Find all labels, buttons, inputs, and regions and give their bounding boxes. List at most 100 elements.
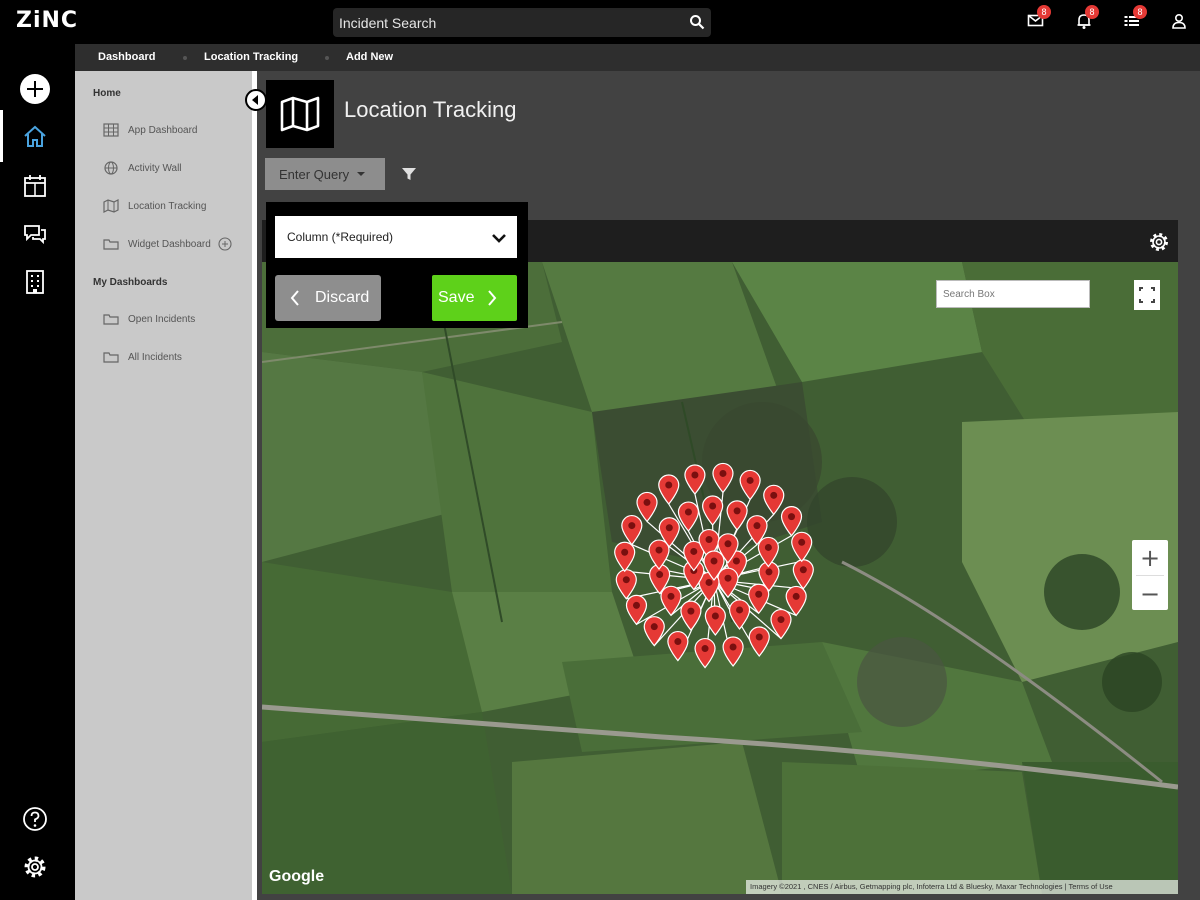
folder-icon <box>103 352 119 363</box>
page-title: Location Tracking <box>344 97 517 122</box>
discard-label: Discard <box>315 289 370 306</box>
map-marker-icon[interactable] <box>621 514 643 546</box>
sidebar-section-my-dashboards: My Dashboards <box>93 277 168 288</box>
map-attribution[interactable]: Imagery ©2021 , CNES / Airbus, Getmappin… <box>746 880 1178 894</box>
mail-badge: 8 <box>1037 5 1051 19</box>
active-indicator <box>0 110 3 162</box>
sidebar-section-home: Home <box>93 88 121 99</box>
incident-search-input[interactable] <box>333 8 673 37</box>
sidebar-item-open-incidents[interactable]: Open Incidents <box>103 309 195 329</box>
notifications-badge: 8 <box>1085 5 1099 19</box>
map-marker-icon[interactable] <box>615 569 637 600</box>
settings-gear-icon[interactable] <box>22 854 48 880</box>
column-select-value: Column (*Required) <box>287 230 394 244</box>
save-button[interactable]: Save <box>432 275 517 321</box>
tasks-button[interactable]: 8 <box>1123 5 1147 30</box>
map-search-input[interactable] <box>937 281 1089 307</box>
map-marker-icon[interactable] <box>726 500 748 531</box>
main-content: Location Tracking Enter Query Search Box… <box>257 71 1200 900</box>
discard-button[interactable]: Discard <box>275 275 381 321</box>
map-marker-icon[interactable] <box>667 630 689 662</box>
map-marker-icon[interactable] <box>677 501 700 532</box>
mail-button[interactable]: 8 <box>1027 5 1051 30</box>
chevron-left-icon <box>290 290 299 306</box>
user-icon <box>1172 13 1186 29</box>
map-marker-icon[interactable] <box>680 600 702 632</box>
chevron-left-icon <box>252 95 258 105</box>
chevron-down-icon <box>492 234 506 243</box>
chat-icon[interactable] <box>22 221 48 247</box>
nav-rail <box>0 44 75 900</box>
marker-cluster <box>614 462 814 669</box>
add-circle-icon[interactable] <box>218 237 232 251</box>
map-marker-icon[interactable] <box>722 636 744 667</box>
sidebar-item-app-dashboard[interactable]: App Dashboard <box>103 120 198 140</box>
folder-icon <box>103 314 119 325</box>
sidebar-item-label: Location Tracking <box>128 200 207 212</box>
zoom-out-button[interactable]: − <box>1132 576 1168 611</box>
sidebar-item-location-tracking[interactable]: Location Tracking <box>103 196 206 216</box>
sidebar-item-label: Activity Wall <box>128 162 182 174</box>
map-marker-icon[interactable] <box>658 474 680 505</box>
help-icon[interactable] <box>22 806 48 832</box>
gear-icon[interactable] <box>1148 231 1170 253</box>
map-marker-icon[interactable] <box>757 536 779 568</box>
map-marker-icon[interactable] <box>748 583 770 615</box>
breadcrumb-location-tracking[interactable]: Location Tracking <box>204 51 298 63</box>
zoom-in-button[interactable]: + <box>1132 540 1168 575</box>
enter-query-dropdown[interactable]: Enter Query <box>265 158 385 190</box>
calendar-icon[interactable] <box>22 173 48 199</box>
map-marker-icon[interactable] <box>785 585 807 617</box>
add-icon[interactable] <box>19 73 51 105</box>
filter-icon[interactable] <box>401 166 417 182</box>
map-marker-icon[interactable] <box>748 626 770 657</box>
map-marker-icon[interactable] <box>792 559 814 590</box>
globe-icon <box>104 161 118 175</box>
top-bar: ZiNC 8 8 8 <box>0 0 1200 44</box>
zoom-control: + − <box>1132 540 1168 610</box>
notifications-button[interactable]: 8 <box>1075 5 1099 30</box>
user-menu-button[interactable] <box>1170 12 1188 30</box>
breadcrumb: Dashboard Location Tracking Add New <box>75 44 1200 71</box>
map-marker-icon[interactable] <box>780 506 803 537</box>
sidebar-item-widget-dashboard[interactable]: Widget Dashboard <box>103 234 241 254</box>
breadcrumb-separator <box>183 56 187 60</box>
tasks-badge: 8 <box>1133 5 1147 19</box>
map-marker-icon[interactable] <box>694 637 716 669</box>
query-popup: Column (*Required) Discard Save <box>266 202 528 328</box>
map-marker-icon[interactable] <box>763 484 785 516</box>
map-marker-icon[interactable] <box>614 541 636 573</box>
map-marker-icon[interactable] <box>684 464 706 495</box>
sidebar-collapse-button[interactable] <box>245 89 267 111</box>
map-icon <box>103 199 119 213</box>
sidebar-item-label: Open Incidents <box>128 313 196 325</box>
map-marker-icon[interactable] <box>791 531 813 563</box>
map-marker-icon[interactable] <box>648 539 670 571</box>
map-marker-icon[interactable] <box>636 491 658 523</box>
map-marker-icon[interactable] <box>739 469 761 501</box>
map-marker-icon[interactable] <box>728 599 751 630</box>
search-icon[interactable] <box>689 14 705 30</box>
map-icon <box>280 96 320 132</box>
map-marker-icon[interactable] <box>770 608 792 640</box>
home-icon[interactable] <box>22 124 48 150</box>
sidebar-item-all-incidents[interactable]: All Incidents <box>103 347 182 367</box>
incident-search <box>333 8 711 37</box>
fullscreen-button[interactable] <box>1134 280 1160 310</box>
map-marker-icon[interactable] <box>712 462 734 494</box>
sidebar-item-label: App Dashboard <box>128 124 198 136</box>
app-logo[interactable]: ZiNC <box>16 8 78 33</box>
satellite-map[interactable]: + − Google Imagery ©2021 , CNES / Airbus… <box>262 262 1178 894</box>
page-icon-box <box>266 80 334 148</box>
map-search-box <box>936 280 1090 308</box>
map-marker-icon[interactable] <box>643 616 665 647</box>
breadcrumb-add-new: Add New <box>346 51 394 63</box>
sidebar-item-label: All Incidents <box>128 351 182 363</box>
map-marker-icon[interactable] <box>660 585 682 617</box>
breadcrumb-dashboard[interactable]: Dashboard <box>98 51 155 63</box>
building-icon[interactable] <box>22 269 48 295</box>
column-select[interactable]: Column (*Required) <box>275 216 517 258</box>
enter-query-label: Enter Query <box>279 166 350 182</box>
sidebar-item-activity-wall[interactable]: Activity Wall <box>103 158 182 178</box>
save-label: Save <box>438 289 475 306</box>
